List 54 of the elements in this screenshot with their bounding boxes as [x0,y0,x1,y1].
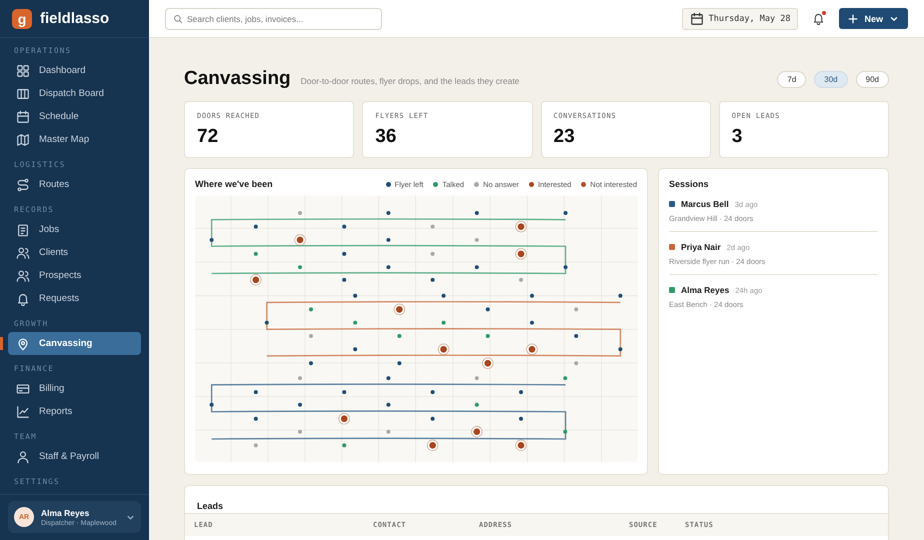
new-button[interactable]: New [839,8,908,29]
grid-icon [16,64,30,78]
bell-icon [812,12,826,25]
plus-icon [848,14,858,24]
card-title: Where we've been [195,179,273,189]
route-icon [16,178,30,192]
range-button[interactable]: 30d [814,70,848,88]
session-name: Alma Reyes [681,285,730,295]
pin-icon [16,336,30,350]
date-display[interactable]: Thursday, May 28 [682,8,798,30]
date-text: Thursday, May 28 [708,14,790,24]
stat-value: 3 [732,126,744,148]
user-name: Alma Reyes [41,508,90,518]
sidebar-item[interactable]: Jobs [8,218,141,241]
sidebar-item[interactable]: Canvassing [8,332,141,355]
sidebar-item[interactable]: Schedule [8,105,141,128]
columns-icon [16,86,30,100]
people-icon [16,268,30,282]
sidebar-item[interactable]: Prospects [8,264,141,287]
sidebar-item[interactable]: Dispatch Board [8,82,141,105]
session-name: Marcus Bell [681,199,729,209]
range-button[interactable]: 7d [777,70,806,88]
card-icon [16,382,30,396]
sidebar-item[interactable]: Staff & Payroll [8,445,141,468]
range-button[interactable]: 90d [856,70,889,88]
app-name: fieldlasso [40,10,110,27]
notifications-button[interactable] [812,12,826,25]
page-title: Canvassing [184,68,291,90]
bell-icon [16,292,30,306]
calendar-icon [690,12,704,26]
stat-value: 23 [554,126,576,148]
sidebar-item[interactable]: Routes [8,173,141,196]
chart-icon [16,404,30,418]
person-icon [16,450,30,464]
card-title: Leads [197,501,224,511]
clipboard-icon [16,222,30,236]
sidebar-item[interactable]: Requests [8,287,141,310]
search-field[interactable]: Search clients, jobs, invoices... [165,8,382,30]
sidebar-item[interactable]: Clients [8,241,141,264]
card-title: Sessions [669,179,710,189]
calendar-icon [16,110,30,124]
active-marker [0,337,3,350]
search-icon [173,14,183,24]
map-icon [16,132,30,146]
session-name: Priya Nair [681,242,721,252]
stat-value: 72 [197,126,220,148]
people-icon [16,246,30,260]
sidebar-item[interactable]: Master Map [8,128,141,151]
sidebar-item[interactable]: Billing [8,377,141,400]
page-subtitle: Door-to-door routes, flyer drops, and the leads they create [300,76,520,86]
logo-mark: g [12,8,32,28]
sidebar-item[interactable]: Dashboard [8,59,141,82]
stat-value: 36 [375,126,398,148]
sidebar-item[interactable]: Reports [8,400,141,423]
